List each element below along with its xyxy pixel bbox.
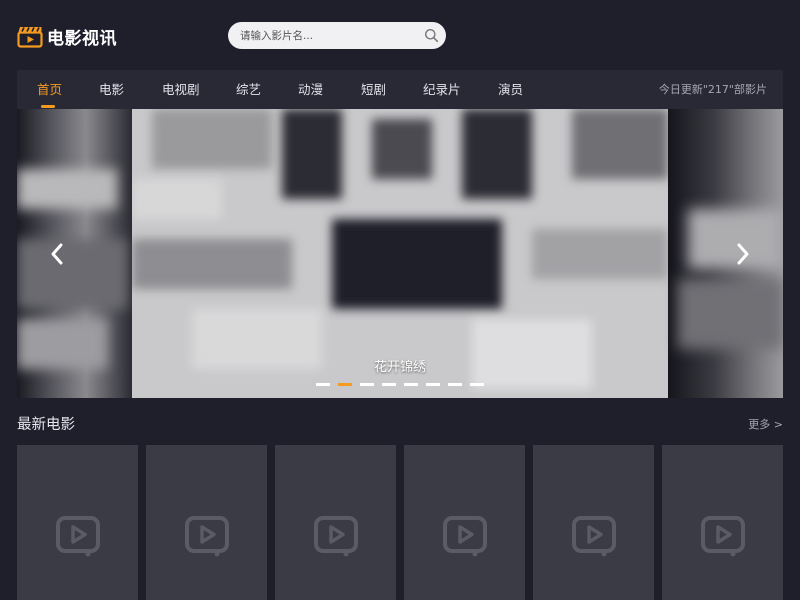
movie-card[interactable]	[17, 445, 138, 600]
movie-card[interactable]	[662, 445, 783, 600]
video-placeholder-icon	[443, 516, 487, 557]
carousel-dot[interactable]	[448, 383, 462, 386]
video-placeholder-icon	[56, 516, 100, 557]
video-placeholder-icon	[572, 516, 616, 557]
nav-item-actors[interactable]: 演员	[498, 70, 523, 109]
nav-item-short-drama[interactable]: 短剧	[361, 70, 386, 109]
movie-card[interactable]	[275, 445, 396, 600]
search-icon[interactable]	[424, 28, 439, 43]
carousel-dot[interactable]	[316, 383, 330, 386]
carousel-dot[interactable]	[470, 383, 484, 386]
current-slide-image[interactable]	[132, 109, 668, 398]
more-link[interactable]: 更多 >	[748, 416, 783, 432]
header: 电影视讯	[0, 0, 800, 70]
video-placeholder-icon	[185, 516, 229, 557]
carousel-dot[interactable]	[338, 383, 352, 386]
chevron-left-icon[interactable]	[47, 239, 67, 269]
nav-item-movies[interactable]: 电影	[99, 70, 124, 109]
movie-card-list	[17, 445, 783, 600]
nav-item-tv-series[interactable]: 电视剧	[162, 70, 200, 109]
carousel-dot[interactable]	[426, 383, 440, 386]
logo[interactable]: 电影视讯	[17, 24, 117, 49]
clapperboard-icon	[17, 26, 43, 48]
movie-card[interactable]	[533, 445, 654, 600]
carousel-dot[interactable]	[360, 383, 374, 386]
logo-text: 电影视讯	[47, 28, 117, 49]
hero-carousel: 花开锦绣	[17, 109, 783, 398]
slide-title[interactable]: 花开锦绣	[132, 356, 668, 375]
video-placeholder-icon	[314, 516, 358, 557]
search-input[interactable]	[240, 22, 420, 49]
nav-item-documentary[interactable]: 纪录片	[423, 70, 461, 109]
next-slide-preview[interactable]	[668, 109, 783, 398]
main-nav: 首页 电影 电视剧 综艺 动漫 短剧 纪录片 演员 今日更新"217"部影片	[17, 70, 783, 109]
carousel-dots	[316, 383, 492, 386]
movie-card[interactable]	[404, 445, 525, 600]
nav-active-indicator	[41, 105, 55, 108]
prev-slide-preview[interactable]	[17, 109, 132, 398]
section-title: 最新电影	[17, 417, 75, 433]
carousel-dot[interactable]	[404, 383, 418, 386]
nav-item-variety[interactable]: 综艺	[236, 70, 261, 109]
chevron-right-icon[interactable]	[733, 239, 753, 269]
nav-item-home[interactable]: 首页	[37, 70, 62, 109]
nav-item-anime[interactable]: 动漫	[298, 70, 323, 109]
daily-update-count: 今日更新"217"部影片	[658, 83, 767, 96]
search-box	[228, 22, 446, 49]
carousel-dot[interactable]	[382, 383, 396, 386]
movie-card[interactable]	[146, 445, 267, 600]
video-placeholder-icon	[701, 516, 745, 557]
